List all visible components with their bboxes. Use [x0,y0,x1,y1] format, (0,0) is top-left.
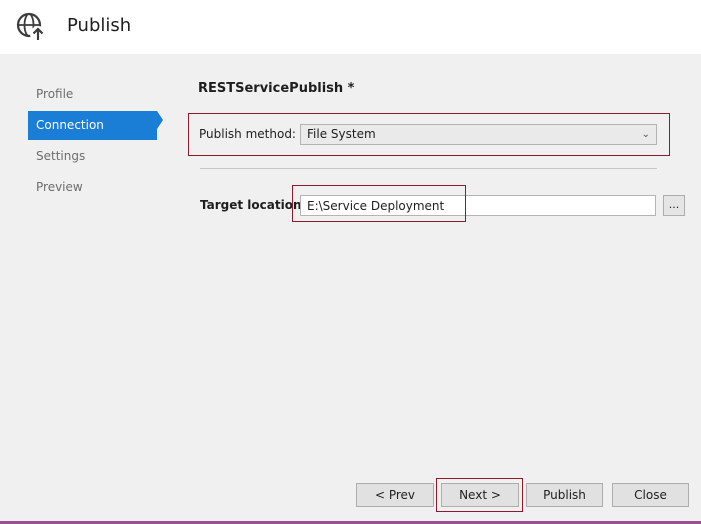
next-button-highlight [436,478,523,512]
nav-item-profile[interactable]: Profile [28,80,157,109]
target-location-highlight [292,185,466,222]
nav-active-arrow [157,111,163,129]
prev-button[interactable]: < Prev [356,483,434,507]
close-button[interactable]: Close [612,483,689,507]
browse-button[interactable]: ... [663,195,685,216]
publish-method-label: Publish method: [199,127,296,141]
publish-method-select[interactable]: File System ⌄ [300,124,657,145]
nav-item-connection[interactable]: Connection [28,111,157,140]
divider [200,168,657,169]
header: Publish [0,0,701,54]
publish-method-value: File System [307,127,376,141]
chevron-down-icon: ⌄ [641,129,650,140]
target-location-label: Target location: [200,198,307,212]
globe-upload-icon [16,12,46,42]
page-title: Publish [67,15,132,36]
nav-item-settings[interactable]: Settings [28,142,157,171]
profile-name: RESTServicePublish * [198,81,355,96]
nav-item-preview[interactable]: Preview [28,173,157,202]
publish-button[interactable]: Publish [526,483,603,507]
